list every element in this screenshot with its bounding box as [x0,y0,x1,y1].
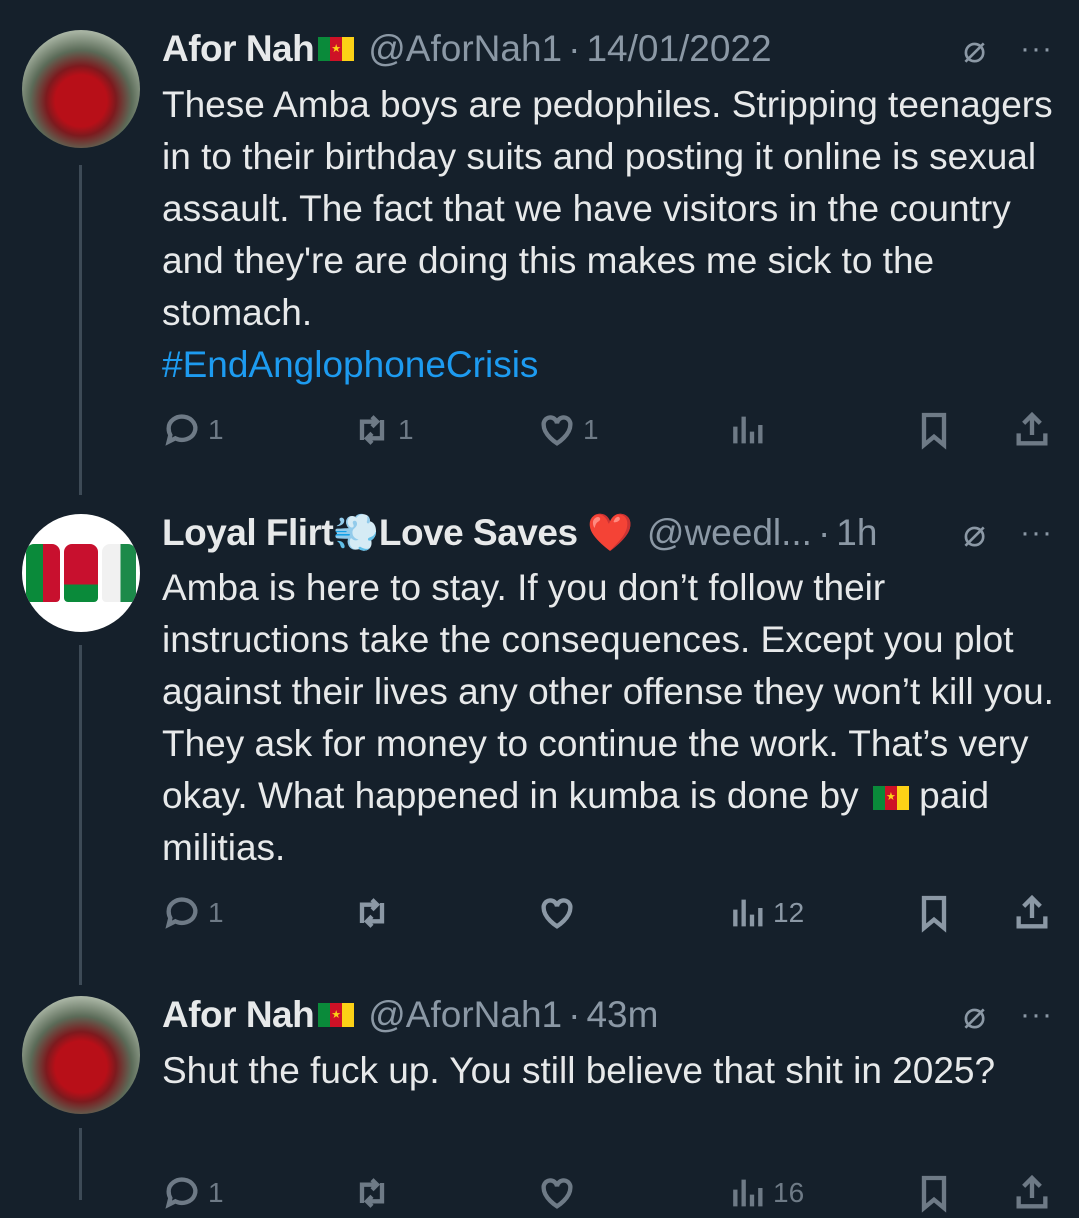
retweet-button[interactable] [352,888,398,938]
heart-icon [541,415,573,446]
reply-count: 1 [208,414,224,445]
heart-icon [541,898,573,929]
more-options-icon[interactable]: ··· [1020,32,1053,66]
share-button[interactable] [1012,888,1052,938]
reply-count: 1 [208,897,224,928]
timestamp[interactable]: 14/01/2022 [586,28,771,70]
bookmark-button[interactable] [914,1168,954,1218]
like-button[interactable] [537,1168,583,1218]
cameroon-flag-icon [318,1003,355,1027]
grok-icon[interactable]: ⌀ [963,27,986,72]
retweet-count: 1 [398,414,414,445]
retweet-icon [359,898,385,928]
view-count: 12 [773,897,805,928]
jersey-image [102,544,136,602]
tweet-actions: 1 12 [162,888,1062,938]
views-icon [733,1179,763,1207]
more-options-icon[interactable]: ··· [1020,998,1053,1032]
grok-icon[interactable]: ⌀ [963,511,986,556]
hashtag-link[interactable]: #EndAnglophoneCrisis [162,344,538,385]
like-count: 1 [583,414,599,445]
thread-line [79,645,82,985]
reply-button[interactable]: 1 [162,888,224,938]
user-handle[interactable]: @weedl... [647,512,812,554]
views-icon [733,899,763,927]
views-icon [733,416,763,444]
heart-emoji: ❤️ [587,511,633,553]
bookmark-button[interactable] [914,888,954,938]
reply-count: 1 [208,1177,224,1208]
tweet-body: These Amba boys are pedophiles. Strippin… [162,84,1063,333]
thread-line [79,165,82,495]
like-button[interactable] [537,888,583,938]
views-button[interactable]: 12 [727,888,804,938]
name-part: Love Saves [378,511,578,553]
view-count: 16 [773,1177,805,1208]
separator-dot: · [568,994,581,1035]
more-options-icon[interactable]: ··· [1020,516,1053,550]
heart-icon [541,1178,573,1209]
tweet-actions: 1 1 1 [162,405,1062,455]
tweet-text: Shut the fuck up. You still believe that… [162,1045,1062,1097]
timestamp[interactable]: 1h [836,512,877,554]
bookmark-button[interactable] [914,405,954,455]
tweet-actions: 1 16 [162,1168,1062,1218]
jersey-image [64,544,98,602]
thread-line [79,1128,82,1200]
separator-dot: · [817,512,831,553]
jersey-image [26,544,60,602]
reply-icon [165,414,198,446]
reply-button[interactable]: 1 [162,405,224,455]
like-button[interactable]: 1 [537,405,599,455]
dash-emoji: 💨 [333,511,379,553]
cameroon-flag-icon [318,37,355,61]
avatar[interactable] [22,996,140,1114]
grok-icon[interactable]: ⌀ [963,993,986,1038]
avatar[interactable] [22,30,140,148]
separator-dot: · [568,28,581,69]
user-handle[interactable]: @AforNah1 [368,994,562,1036]
tweet-body: Shut the fuck up. You still believe that… [162,1050,996,1091]
views-button[interactable]: 16 [727,1168,804,1218]
retweet-icon [359,415,385,445]
share-icon [1016,411,1048,446]
display-name[interactable]: Afor Nah [162,994,315,1036]
reply-icon [165,1177,198,1209]
bookmark-icon [921,895,947,933]
bookmark-icon [921,412,947,450]
reply-button[interactable]: 1 [162,1168,224,1218]
tweet-text: These Amba boys are pedophiles. Strippin… [162,79,1062,391]
retweet-button[interactable] [352,1168,398,1218]
share-icon [1016,1174,1048,1209]
timestamp[interactable]: 43m [586,994,658,1036]
retweet-icon [359,1178,385,1208]
reply-icon [165,897,198,929]
display-name[interactable]: Loyal Flirt💨Love Saves ❤️ [162,512,633,555]
share-button[interactable] [1012,405,1052,455]
cameroon-flag-icon [872,786,909,811]
name-part: Loyal Flirt [162,511,334,553]
bookmark-icon [921,1175,947,1213]
share-button[interactable] [1012,1168,1052,1218]
user-handle[interactable]: @AforNah1 [368,28,562,70]
views-button[interactable] [727,405,773,455]
share-icon [1016,894,1048,929]
display-name[interactable]: Afor Nah [162,28,315,70]
retweet-button[interactable]: 1 [352,405,414,455]
tweet-text: Amba is here to stay. If you don’t follo… [162,562,1062,874]
avatar[interactable] [22,514,140,632]
